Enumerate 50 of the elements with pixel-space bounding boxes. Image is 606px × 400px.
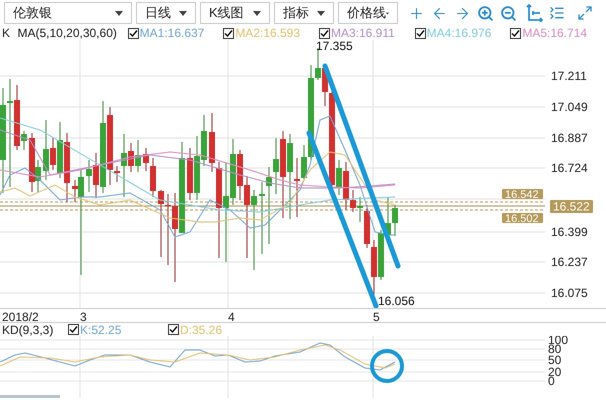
dropdown[interactable]: 指标 xyxy=(274,2,334,24)
dropdown[interactable]: 日线 xyxy=(136,2,196,24)
axis-icon[interactable] xyxy=(525,4,543,22)
price-tag: 16.542 xyxy=(502,189,543,201)
caret-icon xyxy=(317,10,325,16)
checkbox[interactable] xyxy=(68,324,79,335)
date-label: 2018/2 xyxy=(2,311,39,323)
price-tag: 16.502 xyxy=(502,213,543,225)
price-axis-label: 16.237 xyxy=(551,255,588,269)
zoom-out-icon[interactable] xyxy=(500,4,517,22)
kd-value: K:52.25 xyxy=(80,324,122,336)
ma-value: MA2:16.593 xyxy=(235,27,300,39)
date-label: 5 xyxy=(373,311,380,323)
kd-axis-label: 50 xyxy=(548,353,562,367)
date-label: 3 xyxy=(80,311,87,323)
price-axis-label: 17.049 xyxy=(551,100,588,114)
checkbox[interactable] xyxy=(318,28,330,38)
ma-value: MA5:16.714 xyxy=(522,27,588,39)
caret-icon xyxy=(179,10,187,16)
price-tag: 16.522 xyxy=(550,200,593,214)
checkbox[interactable] xyxy=(223,28,234,38)
ma-value: MA3:16.911 xyxy=(330,27,395,39)
high-price-label: 17.355 xyxy=(316,40,353,53)
price-axis-label: 16.724 xyxy=(551,161,588,175)
price-axis-label: 16.399 xyxy=(551,225,588,239)
checkbox[interactable] xyxy=(128,28,139,38)
price-axis-label: 16.887 xyxy=(551,131,588,145)
dropdown[interactable]: 伦敦银 xyxy=(4,2,132,24)
dropdown[interactable]: K线图 xyxy=(200,2,270,24)
kd-label: KD(9,3,3) xyxy=(2,324,54,336)
series-label: K xyxy=(2,27,12,39)
checkbox[interactable] xyxy=(414,28,426,38)
zoom-in-icon[interactable] xyxy=(477,4,494,22)
date-label: 4 xyxy=(228,311,235,323)
caret-icon xyxy=(115,10,123,16)
expand-icon[interactable] xyxy=(577,5,593,21)
checkbox[interactable] xyxy=(168,324,179,335)
highlight-circle xyxy=(370,349,404,383)
ma-value: MA4:16.976 xyxy=(426,27,492,39)
price-axis-label: 16.075 xyxy=(551,286,588,300)
scrollbar-thumb[interactable] xyxy=(0,395,60,398)
ma-value: MA1:16.637 xyxy=(140,27,204,39)
dropdown[interactable]: 价格线 xyxy=(338,2,398,24)
price-axis-label: 17.211 xyxy=(551,69,587,83)
ma-label: MA(5,10,20,30,60) xyxy=(17,27,118,39)
list-icon[interactable] xyxy=(549,5,565,21)
checkbox[interactable] xyxy=(510,28,522,38)
caret-icon xyxy=(253,10,261,16)
kd-value: D:35.26 xyxy=(180,324,222,336)
low-price-label: 16.056 xyxy=(378,294,415,308)
